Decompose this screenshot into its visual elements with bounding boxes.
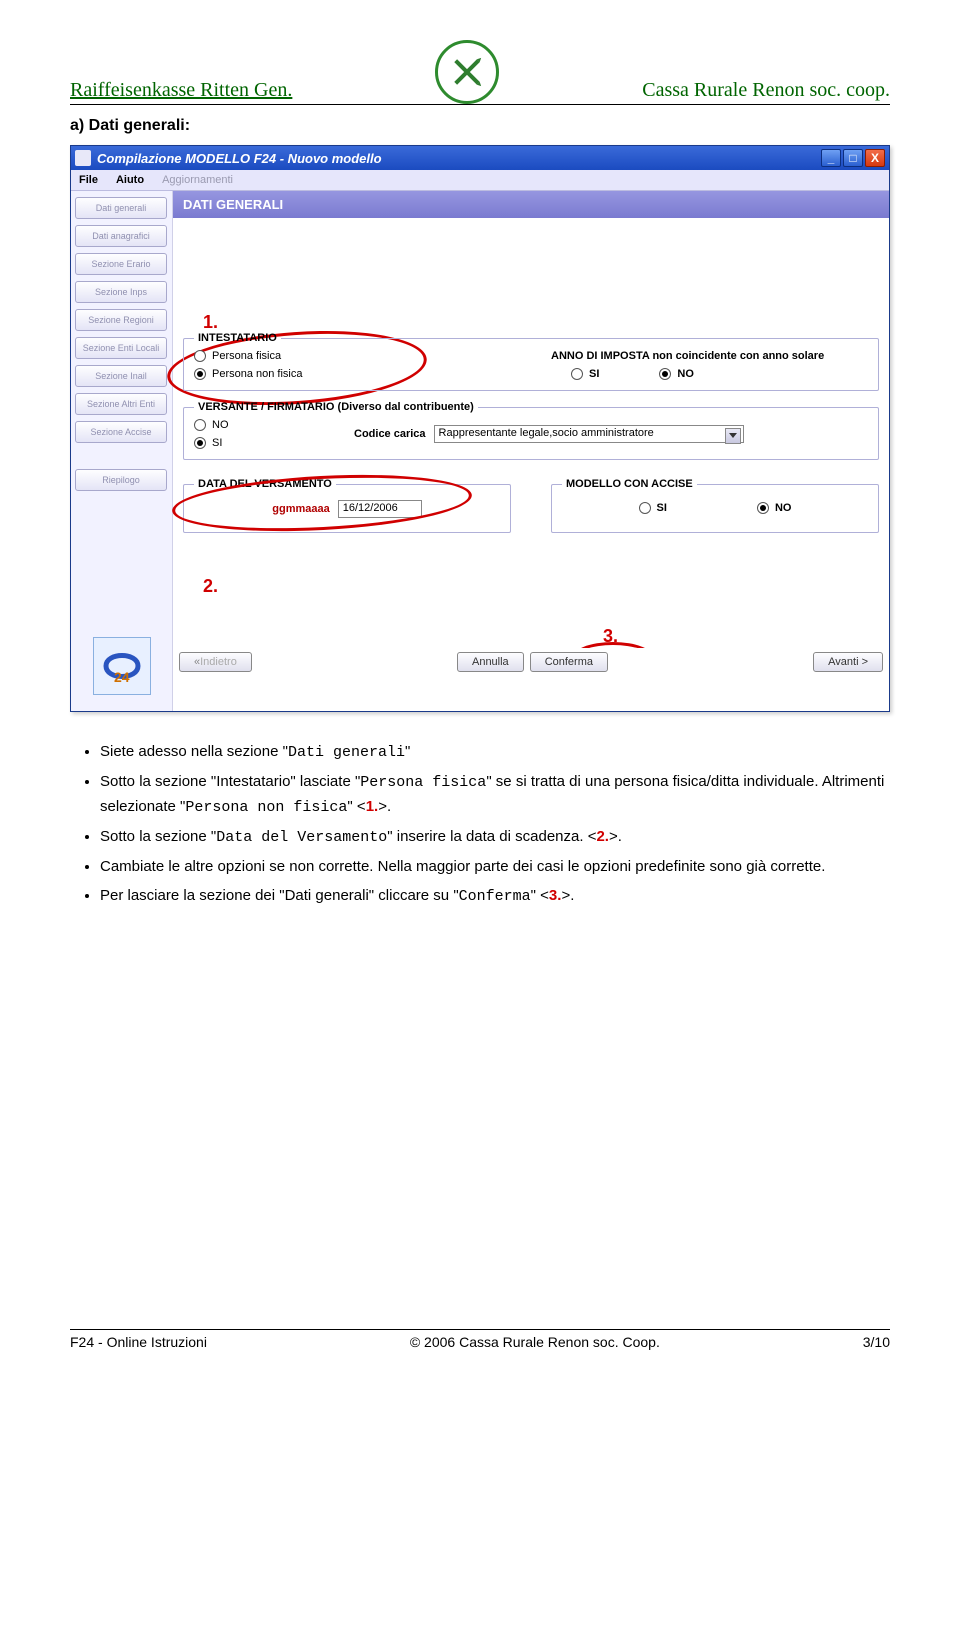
- radio-anno-no[interactable]: [659, 368, 671, 380]
- radio-accise-si[interactable]: [639, 502, 651, 514]
- header-right: Cassa Rurale Renon soc. coop.: [642, 79, 890, 102]
- radio-anno-si[interactable]: [571, 368, 583, 380]
- radio-accise-no[interactable]: [757, 502, 769, 514]
- sidebar: Dati generali Dati anagrafici Sezione Er…: [71, 191, 173, 711]
- header-left: Raiffeisenkasse Ritten Gen.: [70, 79, 292, 102]
- sidebar-item-dati-generali[interactable]: Dati generali: [75, 197, 167, 219]
- radio-versante-no[interactable]: [194, 419, 206, 431]
- window-title: Compilazione MODELLO F24 - Nuovo modello: [97, 151, 382, 166]
- bullet-1: Siete adesso nella sezione "Dati general…: [100, 740, 890, 764]
- radio-versante-si[interactable]: [194, 437, 206, 449]
- annotation-1: 1.: [203, 312, 218, 333]
- indietro-button[interactable]: Indietro: [179, 652, 252, 672]
- label-anno-si: SI: [589, 368, 599, 380]
- window-footer: Indietro Annulla Conferma Avanti >: [173, 648, 889, 678]
- label-versante-no: NO: [212, 419, 229, 431]
- page-footer: F24 - Online Istruzioni © 2006 Cassa Rur…: [70, 1329, 890, 1350]
- footer-left: F24 - Online Istruzioni: [70, 1334, 207, 1350]
- anno-imposta-label: ANNO DI IMPOSTA non coincidente con anno…: [551, 350, 868, 362]
- codice-carica-label: Codice carica: [354, 428, 426, 440]
- sidebar-item-riepilogo[interactable]: Riepilogo: [75, 469, 167, 491]
- sidebar-item-sezione-enti-locali[interactable]: Sezione Enti Locali: [75, 337, 167, 359]
- page-header: Raiffeisenkasse Ritten Gen. Cassa Rurale…: [70, 40, 890, 105]
- annotation-3: 3.: [603, 626, 618, 647]
- bullet-3: Sotto la sezione "Data del Versamento" i…: [100, 825, 890, 849]
- avanti-button[interactable]: Avanti >: [813, 652, 883, 672]
- section-banner: DATI GENERALI: [173, 191, 889, 218]
- radio-persona-non-fisica[interactable]: [194, 368, 206, 380]
- svg-text:24: 24: [114, 669, 130, 685]
- sidebar-item-sezione-regioni[interactable]: Sezione Regioni: [75, 309, 167, 331]
- minimize-button[interactable]: _: [821, 149, 841, 167]
- versante-group: VERSANTE / FIRMATARIO (Diverso dal contr…: [183, 401, 879, 460]
- annulla-button[interactable]: Annulla: [457, 652, 524, 672]
- sidebar-item-sezione-accise[interactable]: Sezione Accise: [75, 421, 167, 443]
- sidebar-item-sezione-erario[interactable]: Sezione Erario: [75, 253, 167, 275]
- label-persona-fisica: Persona fisica: [212, 350, 281, 362]
- footer-right: 3/10: [863, 1334, 890, 1350]
- codice-carica-select[interactable]: Rappresentante legale,socio amministrato…: [434, 425, 744, 443]
- sidebar-f24-logo-icon: 24: [93, 637, 151, 695]
- label-accise-si: SI: [657, 502, 667, 514]
- conferma-button[interactable]: Conferma: [530, 652, 608, 672]
- data-versamento-group: DATA DEL VERSAMENTO ggmmaaaa 16/12/2006: [183, 478, 511, 533]
- instruction-text: Siete adesso nella sezione "Dati general…: [70, 740, 890, 909]
- label-persona-non-fisica: Persona non fisica: [212, 368, 303, 380]
- sidebar-item-sezione-inps[interactable]: Sezione Inps: [75, 281, 167, 303]
- accise-legend: MODELLO CON ACCISE: [562, 478, 697, 490]
- label-anno-no: NO: [677, 368, 694, 380]
- accise-group: MODELLO CON ACCISE SI NO: [551, 478, 879, 533]
- bullet-2: Sotto la sezione "Intestatario" lasciate…: [100, 770, 890, 819]
- sidebar-item-sezione-inail[interactable]: Sezione Inail: [75, 365, 167, 387]
- intestatario-group: INTESTATARIO Persona fisica Persona non …: [183, 332, 879, 391]
- menu-aiuto[interactable]: Aiuto: [116, 174, 144, 186]
- app-icon: [75, 150, 91, 166]
- footer-center: © 2006 Cassa Rurale Renon soc. Coop.: [410, 1334, 660, 1350]
- radio-persona-fisica[interactable]: [194, 350, 206, 362]
- intestatario-legend: INTESTATARIO: [194, 332, 281, 344]
- menu-bar: File Aiuto Aggiornamenti: [71, 170, 889, 191]
- label-versante-si: SI: [212, 437, 222, 449]
- versante-legend: VERSANTE / FIRMATARIO (Diverso dal contr…: [194, 401, 478, 413]
- annotation-2: 2.: [203, 576, 218, 597]
- date-format-hint: ggmmaaaa: [272, 503, 329, 515]
- section-title: a) Dati generali:: [70, 117, 890, 135]
- bullet-4: Cambiate le altre opzioni se non corrett…: [100, 855, 890, 878]
- data-versamento-legend: DATA DEL VERSAMENTO: [194, 478, 336, 490]
- title-bar: Compilazione MODELLO F24 - Nuovo modello…: [71, 146, 889, 170]
- close-button[interactable]: X: [865, 149, 885, 167]
- app-window: Compilazione MODELLO F24 - Nuovo modello…: [70, 145, 890, 712]
- sidebar-item-sezione-altri-enti[interactable]: Sezione Altri Enti: [75, 393, 167, 415]
- date-input[interactable]: 16/12/2006: [338, 500, 422, 518]
- header-logo-icon: [435, 40, 499, 104]
- sidebar-item-dati-anagrafici[interactable]: Dati anagrafici: [75, 225, 167, 247]
- maximize-button[interactable]: □: [843, 149, 863, 167]
- label-accise-no: NO: [775, 502, 792, 514]
- bullet-5: Per lasciare la sezione dei "Dati genera…: [100, 884, 890, 908]
- menu-file[interactable]: File: [79, 174, 98, 186]
- menu-aggiornamenti[interactable]: Aggiornamenti: [162, 174, 233, 186]
